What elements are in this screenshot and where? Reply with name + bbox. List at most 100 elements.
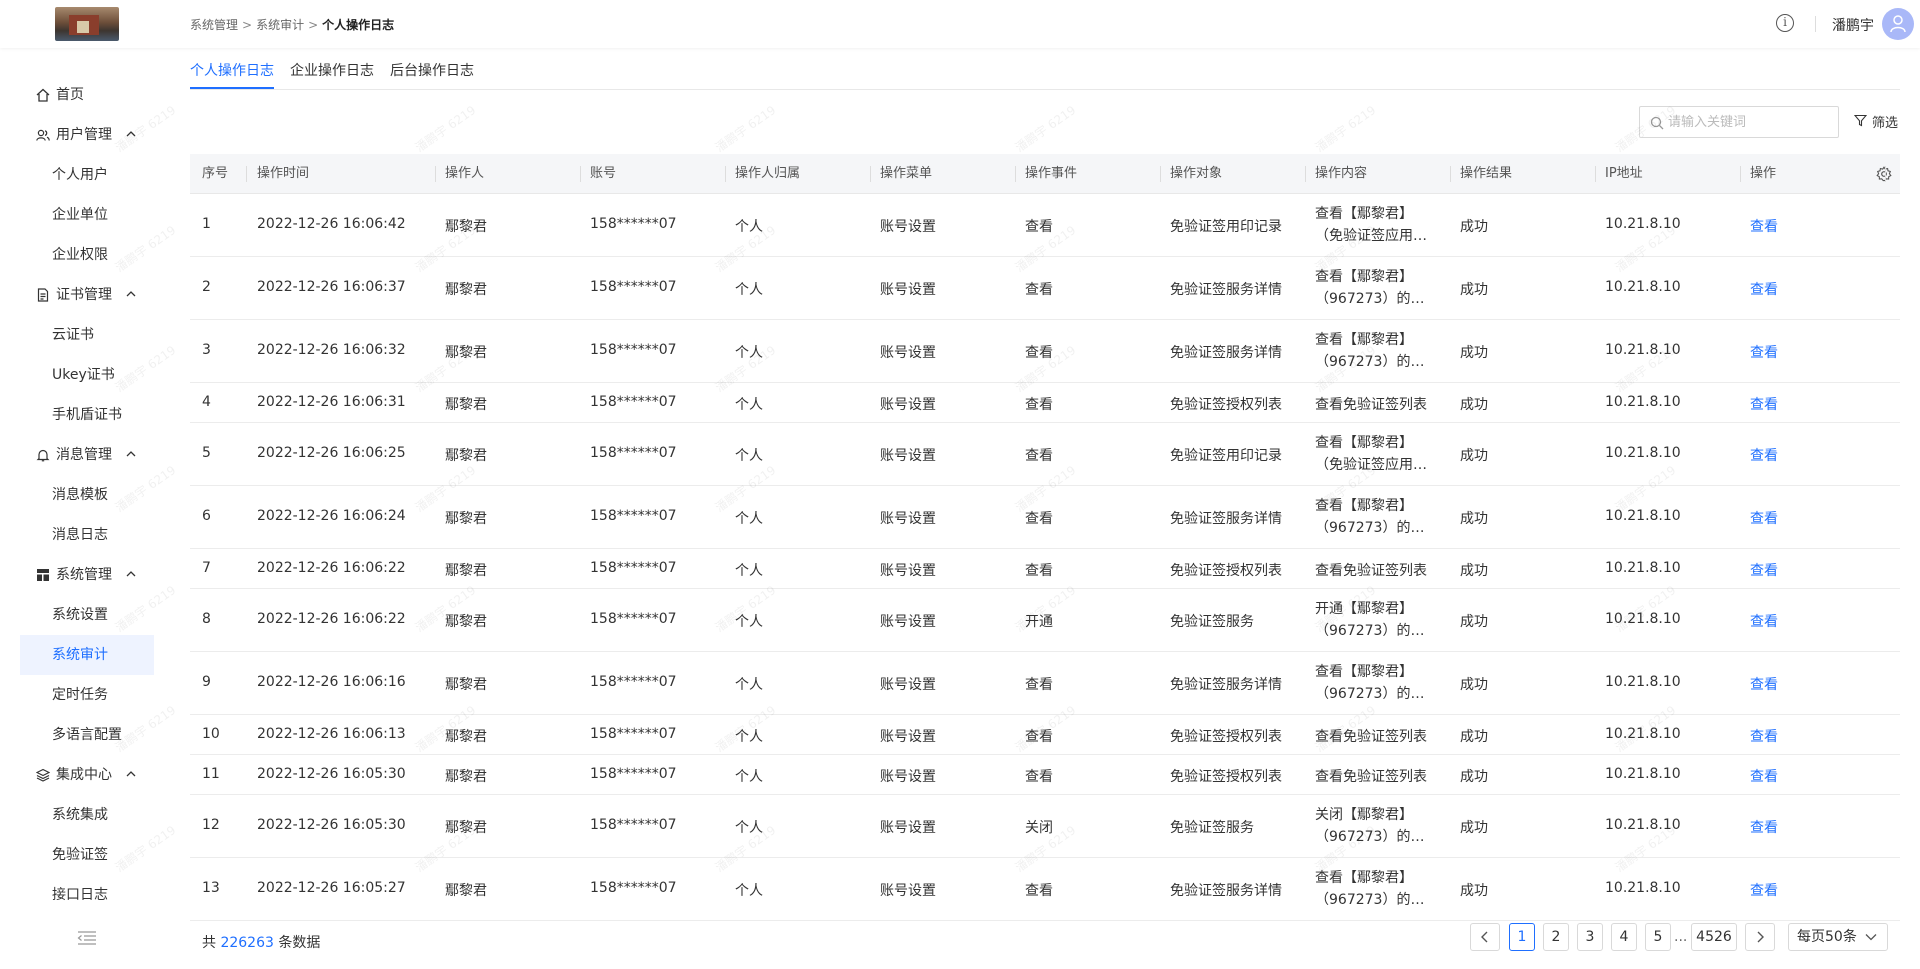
last-page-button[interactable]: 4526 — [1691, 923, 1737, 951]
cell-menu: 账号设置 — [880, 677, 936, 693]
cell-ip: 10.21.8.10 — [1605, 726, 1681, 742]
sidebar-item-cloud-cert[interactable]: 云证书 — [20, 315, 154, 355]
header-divider — [1815, 16, 1816, 32]
sidebar-group-label: 消息管理 — [56, 447, 112, 463]
sidebar-group-user-management[interactable]: 用户管理 — [20, 115, 154, 155]
sidebar-item-system-integration[interactable]: 系统集成 — [20, 795, 154, 835]
sidebar-group-integration[interactable]: 集成中心 — [20, 755, 154, 795]
sidebar-group-label: 用户管理 — [56, 127, 112, 143]
gear-icon[interactable] — [1876, 166, 1892, 182]
cell-menu: 账号设置 — [880, 282, 936, 298]
cell-result: 成功 — [1460, 345, 1488, 361]
cell-no: 9 — [202, 674, 211, 690]
sidebar-group-label: 系统管理 — [56, 567, 112, 583]
operation-log-table: 序号 操作时间 操作人 账号 操作人归属 操作菜单 操作事件 操作对象 操作内容 操作结果 IP地址… — [190, 154, 1900, 921]
view-link[interactable]: 查看 — [1750, 508, 1778, 528]
sidebar-item-language-config[interactable]: 多语言配置 — [20, 715, 154, 755]
page-3-button[interactable]: 3 — [1577, 923, 1603, 951]
sidebar-item-system-settings[interactable]: 系统设置 — [20, 595, 154, 635]
table-row: 1 2022-12-26 16:06:42 鄢黎君 158******07 个人 账号设置… — [190, 194, 1900, 257]
sidebar-item-no-verify-sign[interactable]: 免验证签 — [20, 835, 154, 875]
sidebar-item-message-templates[interactable]: 消息模板 — [20, 475, 154, 515]
main-content: 个人操作日志 企业操作日志 后台操作日志 筛选 序号 操作时间 操作人 账号 操作人归属… — [174, 48, 1920, 969]
sidebar-item-api-logs[interactable]: 接口日志 — [20, 875, 154, 915]
cell-account: 158******07 — [590, 216, 677, 232]
next-page-button[interactable] — [1745, 923, 1775, 951]
avatar[interactable] — [1882, 8, 1914, 40]
cell-event: 开通 — [1025, 614, 1053, 630]
filter-button[interactable]: 筛选 — [1854, 112, 1899, 131]
view-link[interactable]: 查看 — [1750, 394, 1778, 414]
cell-account: 158******07 — [590, 342, 677, 358]
cell-event: 查看 — [1025, 397, 1053, 413]
cell-ip: 10.21.8.10 — [1605, 817, 1681, 833]
table-row: 12 2022-12-26 16:05:30 鄢黎君 158******07 个人 账号设… — [190, 795, 1900, 858]
view-link[interactable]: 查看 — [1750, 216, 1778, 236]
total-suffix: 条数据 — [278, 935, 321, 951]
table-header: 序号 操作时间 操作人 账号 操作人归属 操作菜单 操作事件 操作对象 操作内容 操作结果 IP地址… — [190, 154, 1900, 194]
tab-backend-log[interactable]: 后台操作日志 — [390, 60, 474, 80]
collapse-menu-icon[interactable] — [77, 930, 97, 946]
cell-ip: 10.21.8.10 — [1605, 279, 1681, 295]
view-link[interactable]: 查看 — [1750, 766, 1778, 786]
sidebar-group-certificates[interactable]: 证书管理 — [20, 275, 154, 315]
view-link[interactable]: 查看 — [1750, 279, 1778, 299]
cell-time: 2022-12-26 16:06:37 — [257, 279, 406, 295]
logo[interactable] — [55, 7, 119, 41]
sidebar-item-ukey-cert[interactable]: Ukey证书 — [20, 355, 154, 395]
page-1-button[interactable]: 1 — [1509, 923, 1535, 951]
sidebar-item-message-logs[interactable]: 消息日志 — [20, 515, 154, 555]
view-link[interactable]: 查看 — [1750, 726, 1778, 746]
filter-label: 筛选 — [1872, 116, 1899, 131]
cell-user: 鄢黎君 — [445, 614, 487, 630]
table-row: 2 2022-12-26 16:06:37 鄢黎君 158******07 个人 账号设置… — [190, 257, 1900, 320]
column-divider — [870, 166, 871, 182]
sidebar-item-home[interactable]: 首页 — [20, 75, 154, 115]
view-link[interactable]: 查看 — [1750, 611, 1778, 631]
column-header: 操作菜单 — [880, 166, 933, 181]
view-link[interactable]: 查看 — [1750, 817, 1778, 837]
info-icon[interactable]: i — [1776, 14, 1794, 32]
cell-content: 查看【鄢黎君】 （967273）的免… — [1315, 495, 1433, 539]
tab-personal-log[interactable]: 个人操作日志 — [190, 60, 274, 80]
breadcrumb-item-1[interactable]: 系统管理 — [190, 18, 238, 32]
sidebar-group-messages[interactable]: 消息管理 — [20, 435, 154, 475]
chevron-up-icon — [126, 291, 136, 297]
chevron-up-icon — [126, 571, 136, 577]
cell-menu: 账号设置 — [880, 883, 936, 899]
sidebar-group-system-management[interactable]: 系统管理 — [20, 555, 154, 595]
view-link[interactable]: 查看 — [1750, 445, 1778, 465]
sidebar-item-scheduled-tasks[interactable]: 定时任务 — [20, 675, 154, 715]
sidebar-item-enterprise-permissions[interactable]: 企业权限 — [20, 235, 154, 275]
search-box[interactable] — [1639, 106, 1839, 138]
view-link[interactable]: 查看 — [1750, 674, 1778, 694]
sidebar-item-mobile-shield-cert[interactable]: 手机盾证书 — [20, 395, 154, 435]
view-link[interactable]: 查看 — [1750, 560, 1778, 580]
column-header: IP地址 — [1605, 166, 1643, 181]
cell-content-line: （免验证签应用… — [1315, 457, 1427, 473]
page-2-button[interactable]: 2 — [1543, 923, 1569, 951]
sidebar-item-personal-users[interactable]: 个人用户 — [20, 155, 154, 195]
cell-user: 鄢黎君 — [445, 448, 487, 464]
sidebar-item-system-audit[interactable]: 系统审计 — [20, 635, 154, 675]
cell-object: 免验证签服务详情 — [1170, 883, 1282, 899]
page-size-value: 每页50条 — [1797, 929, 1857, 945]
cell-object: 免验证签服务详情 — [1170, 511, 1282, 527]
prev-page-button[interactable] — [1470, 923, 1500, 951]
bell-icon — [36, 449, 50, 462]
tab-enterprise-log[interactable]: 企业操作日志 — [290, 60, 374, 80]
cell-belong: 个人 — [735, 729, 763, 745]
page-size-select[interactable]: 每页50条 — [1788, 923, 1888, 951]
page-5-button[interactable]: 5 — [1645, 923, 1671, 951]
view-link[interactable]: 查看 — [1750, 342, 1778, 362]
cell-time: 2022-12-26 16:06:31 — [257, 394, 406, 410]
column-divider — [1595, 166, 1596, 182]
search-input[interactable] — [1668, 111, 1833, 133]
cell-object: 免验证签服务 — [1170, 820, 1254, 836]
page-4-button[interactable]: 4 — [1611, 923, 1637, 951]
view-link[interactable]: 查看 — [1750, 880, 1778, 900]
sidebar-item-enterprises[interactable]: 企业单位 — [20, 195, 154, 235]
username[interactable]: 潘鹏宇 — [1832, 15, 1874, 35]
breadcrumb-item-2[interactable]: 系统审计 — [256, 18, 304, 32]
cell-content-line: （967273）的免… — [1315, 291, 1433, 307]
